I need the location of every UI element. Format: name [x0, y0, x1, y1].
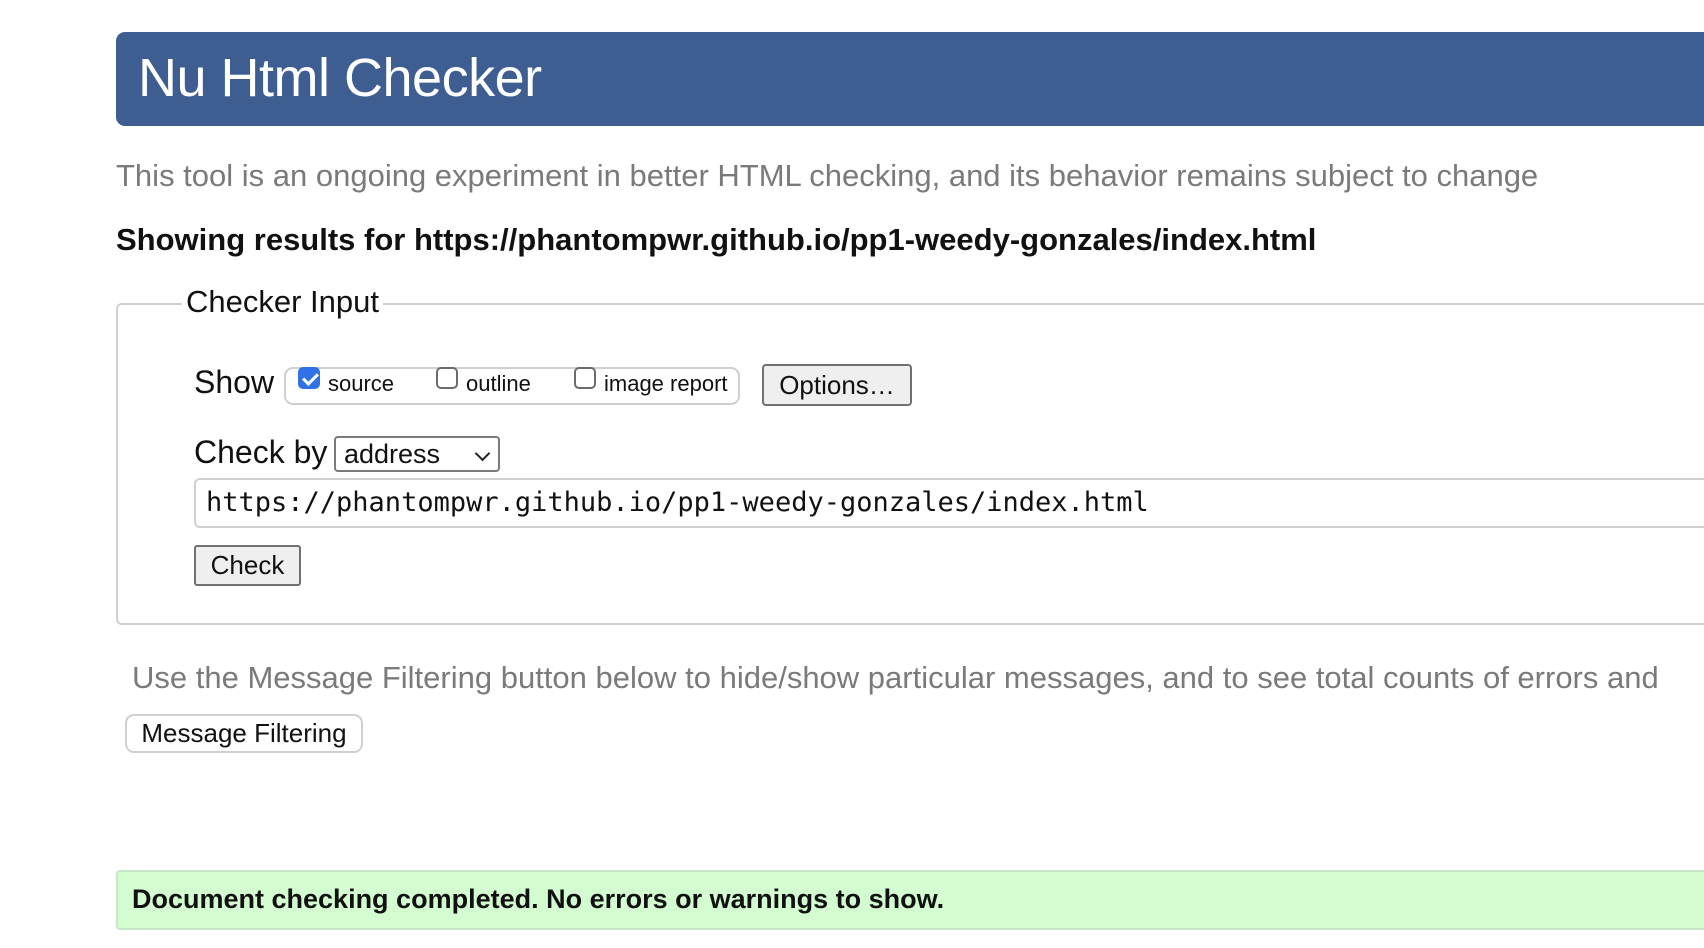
status-success-text: Document checking completed. No errors o… — [132, 884, 945, 914]
check-by-selected-value: address — [344, 439, 441, 469]
message-filtering-hint: Use the Message Filtering button below t… — [132, 660, 1659, 695]
show-options-group: source outline image report — [284, 367, 740, 405]
checkbox-unchecked-icon[interactable] — [436, 367, 458, 389]
show-outline-label: outline — [466, 371, 531, 396]
page: Nu Html Checker This tool is an ongoing … — [0, 0, 1704, 948]
show-label: Show — [194, 364, 275, 400]
message-filtering-button[interactable]: Message Filtering — [125, 714, 363, 753]
status-success-banner: Document checking completed. No errors o… — [116, 870, 1704, 930]
results-heading: Showing results for https://phantompwr.g… — [116, 222, 1317, 257]
check-by-select[interactable]: address — [334, 436, 500, 472]
show-image-report-label: image report — [604, 371, 728, 396]
show-source-label: source — [328, 371, 395, 396]
page-header: Nu Html Checker — [116, 32, 1704, 126]
checker-input-legend: Checker Input — [182, 284, 383, 320]
check-by-label: Check by — [194, 434, 328, 470]
intro-text: This tool is an ongoing experiment in be… — [116, 158, 1539, 193]
checkbox-checked-icon[interactable] — [298, 367, 320, 389]
options-button[interactable]: Options… — [762, 364, 912, 406]
show-outline-checkbox[interactable]: outline — [436, 367, 531, 397]
show-source-checkbox[interactable]: source — [298, 367, 395, 397]
checkbox-unchecked-icon[interactable] — [574, 367, 596, 389]
url-input[interactable]: https://phantompwr.github.io/pp1-weedy-g… — [194, 478, 1704, 528]
chevron-down-icon — [474, 445, 491, 462]
check-button[interactable]: Check — [194, 545, 301, 586]
show-image-report-checkbox[interactable]: image report — [574, 367, 728, 397]
page-title: Nu Html Checker — [138, 48, 542, 108]
